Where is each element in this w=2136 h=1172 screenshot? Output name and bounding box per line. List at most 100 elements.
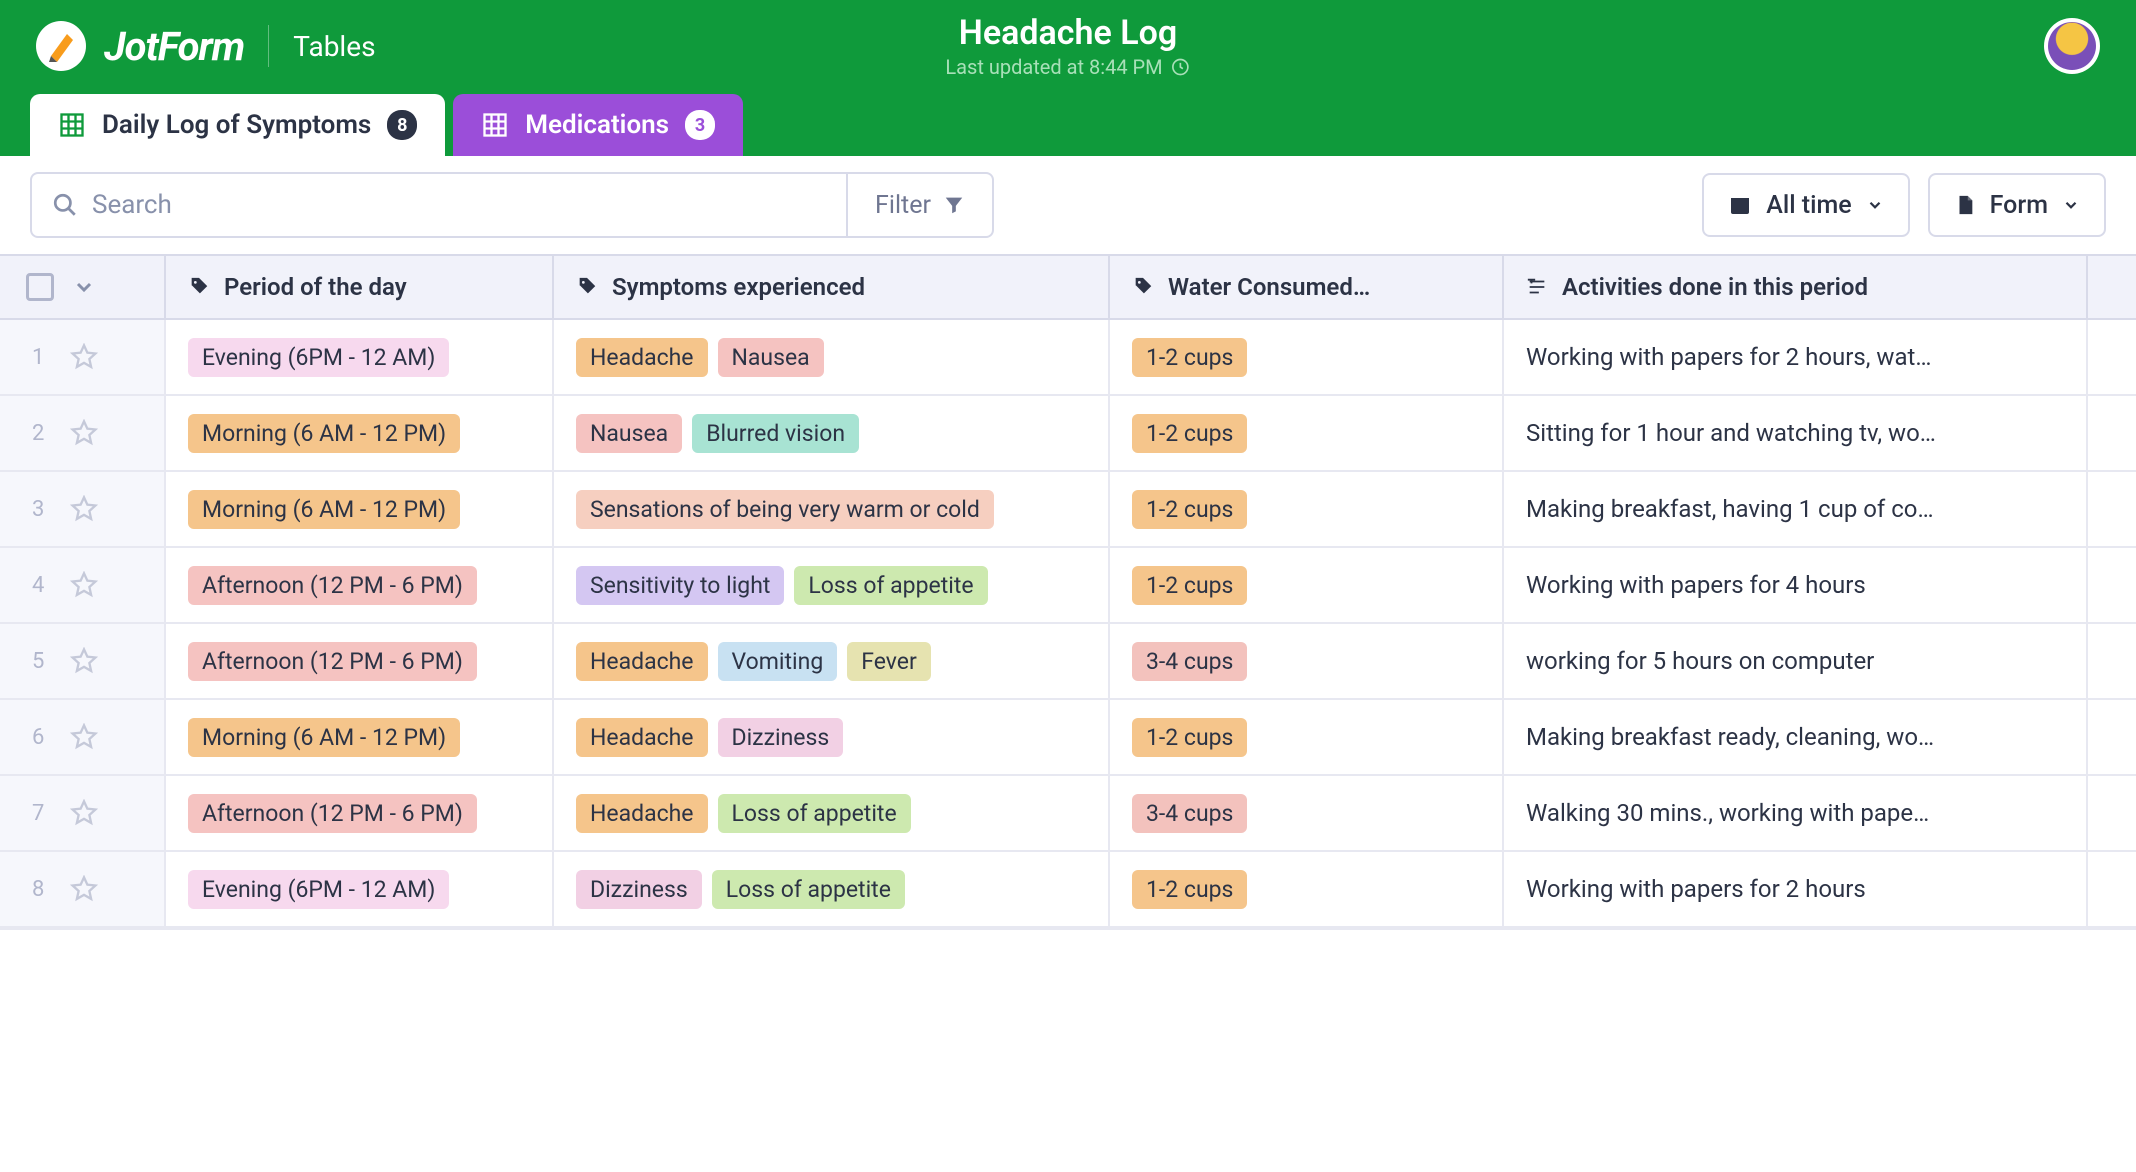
star-icon[interactable] bbox=[70, 723, 98, 751]
cell-activities[interactable]: working for 5 hours on computer bbox=[1504, 624, 2088, 698]
cell-symptoms[interactable]: Sensitivity to lightLoss of appetite bbox=[554, 548, 1110, 622]
cell-water[interactable]: 1-2 cups bbox=[1110, 396, 1504, 470]
th-extra[interactable] bbox=[2088, 256, 2136, 318]
cell-water[interactable]: 1-2 cups bbox=[1110, 320, 1504, 394]
symptom-pill: Fever bbox=[847, 642, 931, 681]
period-pill: Afternoon (12 PM - 6 PM) bbox=[188, 794, 477, 833]
cell-water[interactable]: 1-2 cups bbox=[1110, 852, 1504, 926]
tab-medications[interactable]: Medications 3 bbox=[453, 94, 743, 156]
th-activities[interactable]: Activities done in this period bbox=[1504, 256, 2088, 318]
water-pill: 1-2 cups bbox=[1132, 414, 1247, 453]
cell-symptoms[interactable]: HeadacheNausea bbox=[554, 320, 1110, 394]
table-row[interactable]: 4Afternoon (12 PM - 6 PM)Sensitivity to … bbox=[0, 548, 2136, 624]
cell-period[interactable]: Afternoon (12 PM - 6 PM) bbox=[166, 776, 554, 850]
table-row[interactable]: 2Morning (6 AM - 12 PM)NauseaBlurred vis… bbox=[0, 396, 2136, 472]
cell-period[interactable]: Afternoon (12 PM - 6 PM) bbox=[166, 548, 554, 622]
cell-extra[interactable] bbox=[2088, 700, 2136, 774]
row-selector: 5 bbox=[0, 624, 166, 698]
time-filter-button[interactable]: All time bbox=[1702, 173, 1909, 237]
time-filter-label: All time bbox=[1766, 191, 1851, 220]
cell-extra[interactable] bbox=[2088, 548, 2136, 622]
subproduct-name[interactable]: Tables bbox=[293, 30, 375, 63]
page-title[interactable]: Headache Log bbox=[945, 13, 1190, 53]
search-wrap: Filter bbox=[30, 172, 994, 238]
table-row[interactable]: 3Morning (6 AM - 12 PM)Sensations of bei… bbox=[0, 472, 2136, 548]
cell-water[interactable]: 1-2 cups bbox=[1110, 700, 1504, 774]
table-icon bbox=[58, 111, 86, 139]
symptom-pill: Vomiting bbox=[718, 642, 838, 681]
star-icon[interactable] bbox=[70, 799, 98, 827]
cell-symptoms[interactable]: HeadacheLoss of appetite bbox=[554, 776, 1110, 850]
cell-water[interactable]: 3-4 cups bbox=[1110, 776, 1504, 850]
row-selector: 7 bbox=[0, 776, 166, 850]
cell-activities[interactable]: Working with papers for 4 hours bbox=[1504, 548, 2088, 622]
star-icon[interactable] bbox=[70, 419, 98, 447]
cell-period[interactable]: Morning (6 AM - 12 PM) bbox=[166, 396, 554, 470]
cell-extra[interactable] bbox=[2088, 852, 2136, 926]
water-pill: 1-2 cups bbox=[1132, 338, 1247, 377]
cell-activities[interactable]: Sitting for 1 hour and watching tv, wo… bbox=[1504, 396, 2088, 470]
symptom-pill: Headache bbox=[576, 718, 708, 757]
table-row[interactable]: 1Evening (6PM - 12 AM)HeadacheNausea1-2 … bbox=[0, 320, 2136, 396]
cell-period[interactable]: Evening (6PM - 12 AM) bbox=[166, 852, 554, 926]
th-water[interactable]: Water Consumed… bbox=[1110, 256, 1504, 318]
cell-activities[interactable]: Making breakfast, having 1 cup of co… bbox=[1504, 472, 2088, 546]
row-selector: 6 bbox=[0, 700, 166, 774]
star-icon[interactable] bbox=[70, 875, 98, 903]
col-label: Water Consumed… bbox=[1168, 273, 1370, 301]
cell-symptoms[interactable]: HeadacheVomitingFever bbox=[554, 624, 1110, 698]
cell-water[interactable]: 3-4 cups bbox=[1110, 624, 1504, 698]
cell-symptoms[interactable]: HeadacheDizziness bbox=[554, 700, 1110, 774]
text-icon bbox=[1526, 276, 1548, 298]
cell-extra[interactable] bbox=[2088, 472, 2136, 546]
form-button[interactable]: Form bbox=[1928, 173, 2106, 237]
cell-activities[interactable]: Working with papers for 2 hours, wat… bbox=[1504, 320, 2088, 394]
table-row[interactable]: 7 Afternoon (12 PM - 6 PM) HeadacheLoss of… bbox=[0, 776, 2136, 852]
activities-text: Working with papers for 4 hours bbox=[1526, 571, 2064, 599]
cell-activities[interactable]: Working with papers for 2 hours bbox=[1504, 852, 2088, 926]
table-row[interactable]: 5 Afternoon (12 PM - 6 PM) HeadacheVomitin… bbox=[0, 624, 2136, 700]
filter-button[interactable]: Filter bbox=[848, 172, 994, 238]
cell-activities[interactable]: Walking 30 mins., working with pape… bbox=[1504, 776, 2088, 850]
star-icon[interactable] bbox=[70, 343, 98, 371]
period-pill: Afternoon (12 PM - 6 PM) bbox=[188, 642, 477, 681]
table-body: 1Evening (6PM - 12 AM)HeadacheNausea1-2 … bbox=[0, 320, 2136, 928]
chevron-down-icon[interactable] bbox=[72, 275, 96, 299]
cell-water[interactable]: 1-2 cups bbox=[1110, 472, 1504, 546]
cell-extra[interactable] bbox=[2088, 320, 2136, 394]
symptom-pill: Nausea bbox=[576, 414, 682, 453]
document-icon bbox=[1954, 192, 1976, 218]
table-row[interactable]: 8Evening (6PM - 12 AM)DizzinessLoss of a… bbox=[0, 852, 2136, 928]
activities-text: Walking 30 mins., working with pape… bbox=[1526, 799, 2064, 827]
search-box[interactable] bbox=[30, 172, 848, 238]
cell-symptoms[interactable]: NauseaBlurred vision bbox=[554, 396, 1110, 470]
cell-activities[interactable]: Making breakfast ready, cleaning, wo… bbox=[1504, 700, 2088, 774]
cell-period[interactable]: Morning (6 AM - 12 PM) bbox=[166, 472, 554, 546]
cell-extra[interactable] bbox=[2088, 624, 2136, 698]
th-symptoms[interactable]: Symptoms experienced bbox=[554, 256, 1110, 318]
star-icon[interactable] bbox=[70, 647, 98, 675]
symptom-pill: Loss of appetite bbox=[718, 794, 911, 833]
th-period[interactable]: Period of the day bbox=[166, 256, 554, 318]
user-avatar[interactable] bbox=[2044, 18, 2100, 74]
tab-count: 8 bbox=[387, 110, 417, 140]
cell-extra[interactable] bbox=[2088, 776, 2136, 850]
brand-area[interactable]: JotForm bbox=[36, 21, 244, 71]
chevron-down-icon bbox=[2062, 196, 2080, 214]
table-row[interactable]: 6Morning (6 AM - 12 PM)HeadacheDizziness… bbox=[0, 700, 2136, 776]
chevron-down-icon bbox=[1866, 196, 1884, 214]
search-input[interactable] bbox=[92, 190, 826, 220]
cell-symptoms[interactable]: Sensations of being very warm or cold bbox=[554, 472, 1110, 546]
cell-period[interactable]: Evening (6PM - 12 AM) bbox=[166, 320, 554, 394]
star-icon[interactable] bbox=[70, 571, 98, 599]
cell-extra[interactable] bbox=[2088, 396, 2136, 470]
cell-water[interactable]: 1-2 cups bbox=[1110, 548, 1504, 622]
select-all-checkbox[interactable] bbox=[26, 273, 54, 301]
history-icon[interactable] bbox=[1171, 57, 1191, 77]
tab-daily-log[interactable]: Daily Log of Symptoms 8 bbox=[30, 94, 445, 156]
cell-period[interactable]: Morning (6 AM - 12 PM) bbox=[166, 700, 554, 774]
star-icon[interactable] bbox=[70, 495, 98, 523]
cell-period[interactable]: Afternoon (12 PM - 6 PM) bbox=[166, 624, 554, 698]
symptom-pill: Dizziness bbox=[576, 870, 702, 909]
cell-symptoms[interactable]: DizzinessLoss of appetite bbox=[554, 852, 1110, 926]
